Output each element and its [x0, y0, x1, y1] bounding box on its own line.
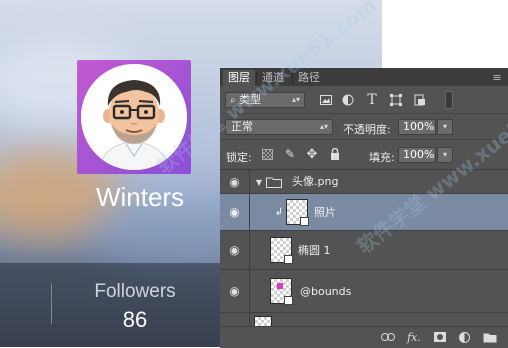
visibility-toggle[interactable]: ◉ — [220, 170, 250, 193]
blend-mode-value: 正常 — [231, 120, 253, 133]
layer-row-ellipse[interactable]: ◉ 椭圆 1 — [220, 231, 508, 270]
fx-icon[interactable]: fx. — [406, 330, 422, 344]
opacity-dropdown-button[interactable]: ▾ — [437, 119, 453, 135]
shape-badge — [284, 296, 293, 305]
folder-icon — [266, 175, 282, 189]
eye-icon: ◉ — [229, 243, 240, 257]
magenta-swatch — [277, 283, 283, 289]
eye-icon: ◉ — [229, 284, 240, 298]
opacity-label: 不透明度: — [343, 123, 391, 136]
filter-toggle-icon[interactable] — [445, 91, 453, 109]
chevron-down-icon[interactable]: ▼ — [254, 175, 264, 189]
lock-all-icon[interactable] — [328, 147, 342, 161]
layer-thumbnail — [254, 316, 272, 326]
chevron-updown-icon: ▴▾ — [291, 95, 300, 104]
visibility-toggle[interactable]: ◉ — [220, 194, 250, 230]
clipping-arrow-icon: ↲ — [274, 206, 284, 218]
followers-label: Followers — [94, 281, 176, 302]
visibility-toggle[interactable]: ◉ — [220, 231, 250, 269]
lock-row: 锁定: ✎ ✥ 填充: 100% ▾ — [220, 140, 508, 170]
layer-name[interactable]: 椭圆 1 — [298, 231, 331, 270]
new-group-icon[interactable] — [482, 330, 498, 344]
adjustment-filter-icon[interactable] — [341, 93, 355, 107]
followers-count: 86 — [122, 307, 148, 332]
eye-icon: ◉ — [229, 174, 240, 189]
layer-name[interactable]: @bounds — [300, 270, 351, 313]
visibility-toggle[interactable]: ◉ — [220, 270, 250, 312]
link-icon[interactable] — [380, 330, 396, 344]
image-filter-icon[interactable] — [319, 93, 333, 107]
profile-name: Winters — [95, 182, 185, 212]
smart-object-badge — [300, 217, 309, 226]
filter-type-label: 类型 — [239, 93, 262, 106]
layer-thumbnail — [270, 237, 293, 264]
layers-panel: 图层 通道 路径 ≡ ⌕ 类型 ▴▾ T 正常 ▴▾ 不透明度: 100% ▾ … — [220, 68, 508, 348]
tab-layers[interactable]: 图层 — [223, 70, 255, 86]
tab-channels[interactable]: 通道 — [257, 70, 289, 86]
lock-transparency-icon[interactable] — [262, 149, 273, 160]
layer-name[interactable]: 头像.png — [292, 170, 338, 194]
layer-thumbnail — [286, 199, 309, 226]
avatar-frame — [77, 60, 191, 174]
lock-label: 锁定: — [226, 151, 252, 164]
blend-row: 正常 ▴▾ 不透明度: 100% ▾ — [220, 114, 508, 140]
lock-brush-icon[interactable]: ✎ — [283, 147, 297, 161]
adjustment-icon[interactable] — [456, 330, 472, 344]
avatar — [81, 64, 187, 170]
shape-filter-icon[interactable] — [389, 93, 403, 107]
fill-dropdown-button[interactable]: ▾ — [437, 147, 453, 163]
filter-row: ⌕ 类型 ▴▾ T — [220, 87, 508, 114]
text-filter-icon[interactable]: T — [365, 92, 379, 108]
panel-menu-icon[interactable]: ≡ — [490, 70, 504, 84]
layer-row-group[interactable]: ◉ ▼ 头像.png — [220, 170, 508, 194]
layer-name[interactable]: 照片 — [314, 194, 336, 231]
fill-label: 填充: — [369, 151, 395, 164]
layer-row-bounds[interactable]: ◉ @bounds — [220, 270, 508, 313]
fill-input[interactable]: 100% — [398, 147, 436, 163]
shape-badge — [284, 255, 293, 264]
blend-mode-dropdown[interactable]: 正常 ▴▾ — [225, 119, 333, 135]
chevron-updown-icon: ▴▾ — [319, 122, 328, 131]
search-icon: ⌕ — [230, 95, 236, 106]
tab-paths[interactable]: 路径 — [293, 70, 325, 86]
add-mask-icon[interactable] — [432, 330, 448, 344]
layer-row-partial[interactable] — [220, 313, 508, 326]
layer-row-photo[interactable]: ◉ ↲ 照片 — [220, 194, 508, 231]
visibility-toggle[interactable] — [220, 313, 250, 326]
opacity-input[interactable]: 100% — [398, 119, 436, 135]
filter-type-dropdown[interactable]: ⌕ 类型 ▴▾ — [225, 92, 305, 108]
eye-icon: ◉ — [229, 205, 240, 219]
lock-move-icon[interactable]: ✥ — [305, 147, 319, 162]
layer-thumbnail — [270, 278, 293, 305]
panel-tabs: 图层 通道 路径 ≡ — [220, 68, 508, 86]
divider — [51, 284, 52, 324]
smart-object-filter-icon[interactable] — [413, 93, 427, 107]
cartoon-avatar-image — [81, 64, 187, 170]
panel-footer: fx. — [220, 326, 508, 348]
